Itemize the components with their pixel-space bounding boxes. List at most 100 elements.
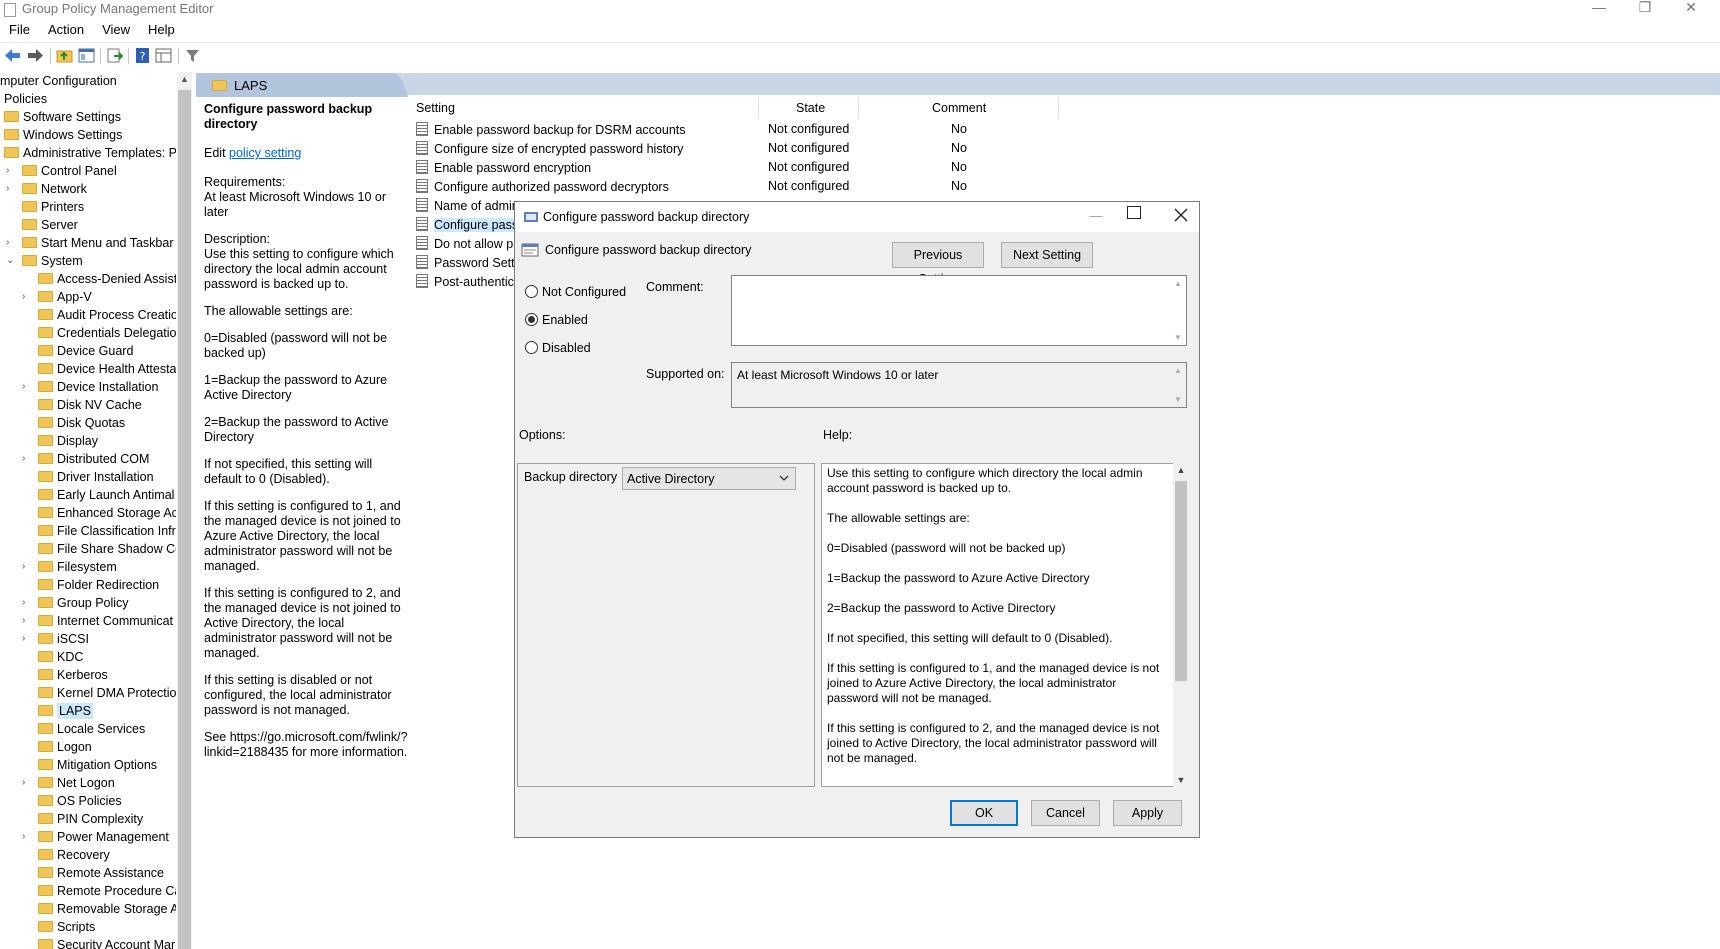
tree-item[interactable]: Locale Services — [20, 720, 145, 738]
dialog-maximize-button[interactable] — [1127, 206, 1141, 219]
comment-textarea[interactable]: ▲ ▼ — [731, 275, 1187, 346]
close-button[interactable]: ✕ — [1670, 0, 1712, 16]
setting-row[interactable]: Configure authorized password decryptors — [416, 179, 669, 197]
tree-item[interactable]: › Net Logon — [20, 774, 115, 792]
help-icon[interactable]: ? — [134, 47, 151, 64]
expander-icon[interactable]: › — [22, 288, 32, 306]
tree-item-policies[interactable]: Policies — [4, 90, 47, 108]
tree-item[interactable]: › Distributed COM — [20, 450, 149, 468]
tree-item[interactable]: › Control Panel — [4, 162, 117, 180]
expander-icon[interactable]: › — [22, 828, 32, 846]
scroll-down-icon[interactable]: ▼ — [1170, 395, 1186, 404]
backup-directory-dropdown[interactable]: Active Directory — [622, 467, 796, 490]
tree-item[interactable]: Disk NV Cache — [20, 396, 142, 414]
radio-disabled[interactable] — [525, 341, 538, 354]
tree-item[interactable]: Driver Installation — [20, 468, 154, 486]
tree-item[interactable]: › iSCSI — [20, 630, 89, 648]
tree-item[interactable]: Printers — [4, 198, 84, 216]
scroll-down-icon[interactable]: ▼ — [1170, 333, 1186, 342]
tree-item-software-settings[interactable]: Software Settings — [4, 108, 121, 126]
setting-row[interactable]: Enable password backup for DSRM accounts — [416, 122, 686, 140]
tree-item[interactable]: ⌄ System — [4, 252, 83, 270]
scroll-up-icon[interactable]: ▲ — [178, 74, 191, 86]
tree-item[interactable]: Scripts — [20, 918, 95, 936]
radio-not-configured-label[interactable]: Not Configured — [542, 285, 626, 299]
setting-row[interactable]: Configure size of encrypted password his… — [416, 141, 683, 159]
tree-item[interactable]: Recovery — [20, 846, 110, 864]
expander-icon[interactable]: › — [22, 774, 32, 792]
expander-icon[interactable]: › — [22, 630, 32, 648]
tree-scroll-thumb[interactable] — [178, 90, 191, 949]
previous-setting-button[interactable]: Previous Setting — [892, 242, 984, 286]
setting-row[interactable]: Password Settir — [416, 255, 522, 273]
tree-item[interactable]: › Filesystem — [20, 558, 117, 576]
scroll-up-icon[interactable]: ▲ — [1170, 366, 1186, 375]
expander-icon[interactable]: › — [6, 234, 16, 252]
tree-item[interactable]: Mitigation Options — [20, 756, 157, 774]
expander-icon[interactable]: ⌄ — [6, 252, 16, 270]
next-setting-button[interactable]: Next Setting — [1001, 242, 1093, 268]
setting-row[interactable]: Configure pass — [416, 217, 519, 235]
tree-item-windows-settings[interactable]: Windows Settings — [4, 126, 122, 144]
expander-icon[interactable]: › — [22, 558, 32, 576]
scroll-up-icon[interactable]: ▲ — [1173, 465, 1189, 475]
menu-help[interactable]: Help — [139, 20, 184, 37]
menu-file[interactable]: File — [0, 20, 39, 37]
dialog-close-button[interactable] — [1174, 208, 1188, 222]
expander-icon[interactable]: › — [22, 612, 32, 630]
radio-enabled-label[interactable]: Enabled — [542, 313, 588, 327]
expander-icon[interactable]: › — [22, 594, 32, 612]
tree-item[interactable]: Device Guard — [20, 342, 133, 360]
radio-enabled[interactable] — [525, 313, 538, 326]
help-scroll-thumb[interactable] — [1175, 481, 1187, 681]
scroll-down-icon[interactable]: ▼ — [1173, 775, 1189, 785]
tree-item[interactable]: OS Policies — [20, 792, 122, 810]
tree-item[interactable]: Display — [20, 432, 98, 450]
up-folder-icon[interactable] — [56, 47, 73, 64]
cancel-button[interactable]: Cancel — [1031, 800, 1100, 826]
radio-not-configured[interactable] — [525, 285, 538, 298]
expander-icon[interactable]: › — [6, 180, 16, 198]
edit-policy-link[interactable]: policy setting — [229, 146, 301, 160]
menu-view[interactable]: View — [93, 20, 139, 37]
tree-item[interactable]: Credentials Delegatio — [20, 324, 176, 342]
column-header-setting[interactable]: Setting — [416, 101, 455, 115]
menu-action[interactable]: Action — [39, 20, 93, 37]
tree-item[interactable]: › Network — [4, 180, 87, 198]
setting-row[interactable]: Enable password encryption — [416, 160, 591, 178]
tree-item[interactable]: Logon — [20, 738, 92, 756]
back-icon[interactable] — [4, 47, 21, 64]
ok-button[interactable]: OK — [950, 800, 1018, 826]
tree-item[interactable]: File Share Shadow Co — [20, 540, 176, 558]
setting-row[interactable]: Do not allow pa — [416, 236, 520, 254]
tree-item[interactable]: Kernel DMA Protectio — [20, 684, 176, 702]
expander-icon[interactable]: › — [22, 378, 32, 396]
tree-item[interactable]: › Group Policy — [20, 594, 129, 612]
tree-item[interactable]: File Classification Infr — [20, 522, 176, 540]
scroll-up-icon[interactable]: ▲ — [1170, 279, 1186, 288]
tree-item[interactable]: Remote Procedure Ca — [20, 882, 176, 900]
column-header-comment[interactable]: Comment — [932, 101, 986, 115]
tree-item[interactable]: Disk Quotas — [20, 414, 125, 432]
tree-item[interactable]: › Device Installation — [20, 378, 158, 396]
tree-item[interactable]: Early Launch Antimal — [20, 486, 174, 504]
tree-item[interactable]: › App-V — [20, 288, 92, 306]
tree-item[interactable]: PIN Complexity — [20, 810, 143, 828]
tree-item[interactable]: Kerberos — [20, 666, 108, 684]
tree-item[interactable]: Device Health Attesta — [20, 360, 176, 378]
tree-item[interactable]: Audit Process Creatio — [20, 306, 176, 324]
radio-disabled-label[interactable]: Disabled — [542, 341, 591, 355]
minimize-button[interactable]: — — [1578, 0, 1620, 16]
setting-row[interactable]: Name of admir — [416, 198, 516, 216]
comment-scrollbar[interactable]: ▲ ▼ — [1170, 276, 1186, 345]
tree-item[interactable]: Security Account Mar — [20, 936, 175, 949]
expander-icon[interactable]: › — [6, 162, 16, 180]
tree-item[interactable]: › Internet Communicat — [20, 612, 173, 630]
export-list-icon[interactable] — [106, 47, 123, 64]
help-scrollbar[interactable]: ▲ ▼ — [1173, 463, 1189, 787]
setting-row[interactable]: Post-authentica — [416, 274, 521, 292]
tree-item[interactable]: › Power Management — [20, 828, 169, 846]
forward-icon[interactable] — [27, 47, 44, 64]
tree-item[interactable]: Removable Storage A — [20, 900, 176, 918]
tree-item[interactable]: › Start Menu and Taskbar — [4, 234, 173, 252]
